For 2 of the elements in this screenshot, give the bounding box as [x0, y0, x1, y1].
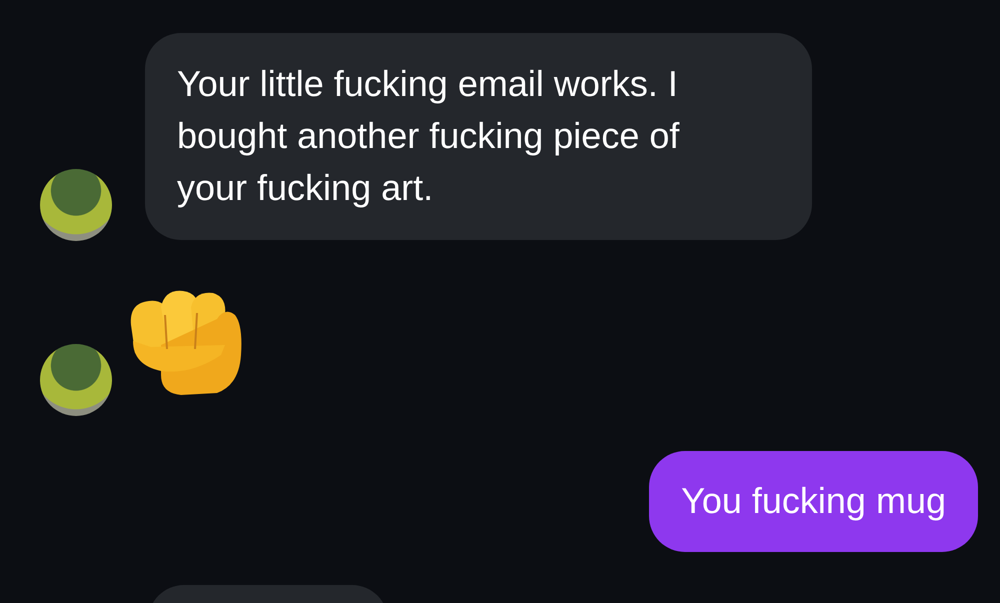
message-bubble: Your little fucking email works. I bought another fucking piece of your fucking art.	[145, 33, 812, 240]
message-bubble: You fucking mug	[649, 451, 978, 552]
